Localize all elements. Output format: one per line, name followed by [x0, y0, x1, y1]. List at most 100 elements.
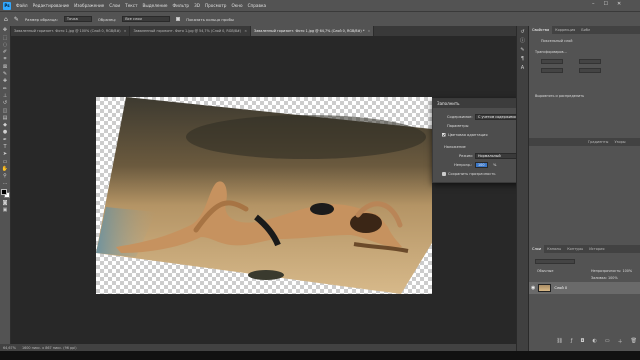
transform-h-field[interactable] — [579, 59, 601, 64]
gradient-tool-icon[interactable]: ▤ — [2, 115, 9, 121]
brush-settings-icon[interactable]: ✎ — [519, 47, 526, 53]
tab-history[interactable]: История — [586, 245, 607, 253]
document-canvas[interactable] — [96, 97, 432, 294]
screen-mode-icon[interactable]: ▣ — [2, 207, 9, 213]
layer-fill[interactable]: Заливка: 100% — [591, 276, 618, 280]
frame-tool-icon[interactable]: ⊠ — [2, 64, 9, 70]
blend-mode-select[interactable]: Обычные — [537, 269, 553, 273]
color-adapt-label: Цветовая адаптация — [448, 133, 488, 137]
maximize-icon[interactable]: ☐ — [604, 1, 608, 7]
menu-edit[interactable]: Редактирование — [33, 3, 70, 8]
opacity-label: Непрозр.: — [454, 163, 473, 167]
menu-layers[interactable]: Слои — [109, 3, 120, 8]
history-icon[interactable]: ↺ — [519, 29, 526, 35]
marquee-tool-icon[interactable]: ⬚ — [2, 35, 9, 41]
character-icon[interactable]: A — [519, 65, 526, 71]
preserve-transparency-checkbox[interactable] — [442, 172, 446, 176]
opacity-input[interactable]: 100 — [475, 162, 488, 168]
eye-icon[interactable]: ◉ — [531, 285, 535, 291]
tab-properties[interactable]: Свойства — [529, 26, 553, 34]
close-tab-icon[interactable]: × — [244, 29, 247, 33]
close-tab-icon[interactable]: × — [368, 29, 371, 33]
layer-row[interactable]: ◉ Слой 0 — [529, 282, 640, 294]
home-icon[interactable]: ⌂ — [4, 16, 8, 23]
show-ring-label: Показать кольцо пробы — [186, 16, 234, 22]
lasso-tool-icon[interactable]: ◌ — [2, 42, 9, 48]
menu-file[interactable]: Файл — [16, 3, 28, 8]
tab-patterns[interactable]: Узоры — [611, 138, 628, 146]
history-brush-icon[interactable]: ↺ — [2, 100, 9, 106]
color-adapt-checkbox[interactable] — [442, 133, 446, 137]
quick-select-tool-icon[interactable]: ✐ — [2, 49, 9, 55]
transform-w-field[interactable] — [541, 59, 563, 64]
info-icon[interactable]: ⓘ — [519, 38, 526, 44]
paragraph-icon[interactable]: ¶ — [519, 56, 526, 62]
foliage-blur — [186, 115, 426, 159]
mask-icon[interactable]: ◘ — [581, 338, 585, 347]
dodge-tool-icon[interactable]: ● — [2, 129, 9, 135]
menu-help[interactable]: Справка — [248, 3, 266, 8]
tab-adjustments[interactable]: Коррекция — [552, 26, 578, 34]
quick-mask-icon[interactable]: ◙ — [2, 200, 9, 206]
close-icon[interactable]: ✕ — [617, 1, 621, 7]
blending-label: Наложение — [444, 145, 466, 149]
crop-tool-icon[interactable]: ⌗ — [2, 56, 9, 62]
menu-type[interactable]: Текст — [125, 3, 137, 8]
menu-filter[interactable]: Фильтр — [173, 3, 190, 8]
fx-icon[interactable]: ƒ — [571, 338, 573, 347]
tab-channels[interactable]: Каналы — [544, 245, 564, 253]
pen-tool-icon[interactable]: ✒ — [2, 137, 9, 143]
layer-filter-select[interactable] — [535, 259, 575, 264]
document-tab-label: Заваленный горизонт. Фото 1.jpg @ 64,7% … — [254, 29, 365, 33]
sampling-select[interactable]: Точка — [63, 16, 92, 22]
menu-3d[interactable]: 3D — [194, 3, 200, 8]
menu-image[interactable]: Изображение — [74, 3, 104, 8]
document-tab[interactable]: Заваленный горизонт. Фото 1.jpg @ 100% (… — [11, 26, 131, 36]
zoom-level[interactable]: 64,67% — [3, 346, 16, 350]
color-swatches[interactable] — [0, 188, 10, 198]
opacity-value: 100 — [478, 163, 485, 167]
link-icon[interactable]: ⛓ — [556, 338, 562, 347]
more-tools-icon[interactable]: ··· — [2, 181, 9, 187]
transform-x-field[interactable] — [541, 68, 563, 73]
layers-footer: ⛓ ƒ ◘ ◐ ▭ ＋ 🗑 — [529, 338, 640, 347]
stamp-tool-icon[interactable]: ⊥ — [2, 93, 9, 99]
blur-tool-icon[interactable]: ◆ — [2, 122, 9, 128]
document-tab-active[interactable]: Заваленный горизонт. Фото 1.jpg @ 64,7% … — [251, 26, 375, 36]
adjustment-icon[interactable]: ◐ — [593, 338, 597, 347]
eraser-tool-icon[interactable]: ◫ — [2, 108, 9, 114]
tab-gradients[interactable]: Градиенты — [585, 138, 611, 146]
zoom-tool-icon[interactable]: ⚲ — [2, 173, 9, 179]
menu-select[interactable]: Выделение — [143, 3, 168, 8]
eyedropper-tool-icon[interactable]: ✎ — [2, 71, 9, 77]
trash-icon[interactable]: 🗑 — [631, 338, 637, 347]
eyedropper-icon[interactable]: ✎ — [14, 16, 19, 23]
foreground-color-swatch[interactable] — [0, 188, 7, 195]
hand-tool-icon[interactable]: ✋ — [2, 166, 9, 172]
move-tool-icon[interactable]: ✥ — [2, 27, 9, 33]
sample-select[interactable]: Все слои — [122, 16, 171, 22]
dialog-title: Заполнить — [437, 101, 460, 106]
contents-label: Содержимое: — [447, 115, 473, 119]
show-ring-checkbox[interactable] — [176, 17, 181, 21]
menu-window[interactable]: Окно — [231, 3, 242, 8]
brush-tool-icon[interactable]: ✏ — [2, 86, 9, 92]
path-select-icon[interactable]: ➤ — [2, 151, 9, 157]
bottom-strip — [0, 351, 640, 360]
layer-opacity[interactable]: Непрозрачность: 100% — [591, 269, 632, 273]
close-tab-icon[interactable]: × — [124, 29, 127, 33]
tab-paths[interactable]: Контуры — [564, 245, 586, 253]
folder-icon[interactable]: ▭ — [605, 338, 610, 347]
new-layer-icon[interactable]: ＋ — [618, 338, 623, 347]
shape-tool-icon[interactable]: ▭ — [2, 159, 9, 165]
tab-layers[interactable]: Слои — [529, 245, 545, 253]
layer-name[interactable]: Слой 0 — [554, 286, 567, 290]
tab-libraries[interactable]: Библ — [578, 26, 593, 34]
panel-icon-strip: ↺ ⓘ ✎ ¶ A — [516, 26, 528, 351]
type-tool-icon[interactable]: T — [2, 144, 9, 150]
healing-tool-icon[interactable]: ✚ — [2, 78, 9, 84]
minimize-icon[interactable]: – — [592, 1, 595, 7]
document-tab[interactable]: Заваленный горизонт. Фото 1.jpg @ 54,7% … — [130, 26, 252, 36]
transform-y-field[interactable] — [579, 68, 601, 73]
menu-view[interactable]: Просмотр — [205, 3, 227, 8]
